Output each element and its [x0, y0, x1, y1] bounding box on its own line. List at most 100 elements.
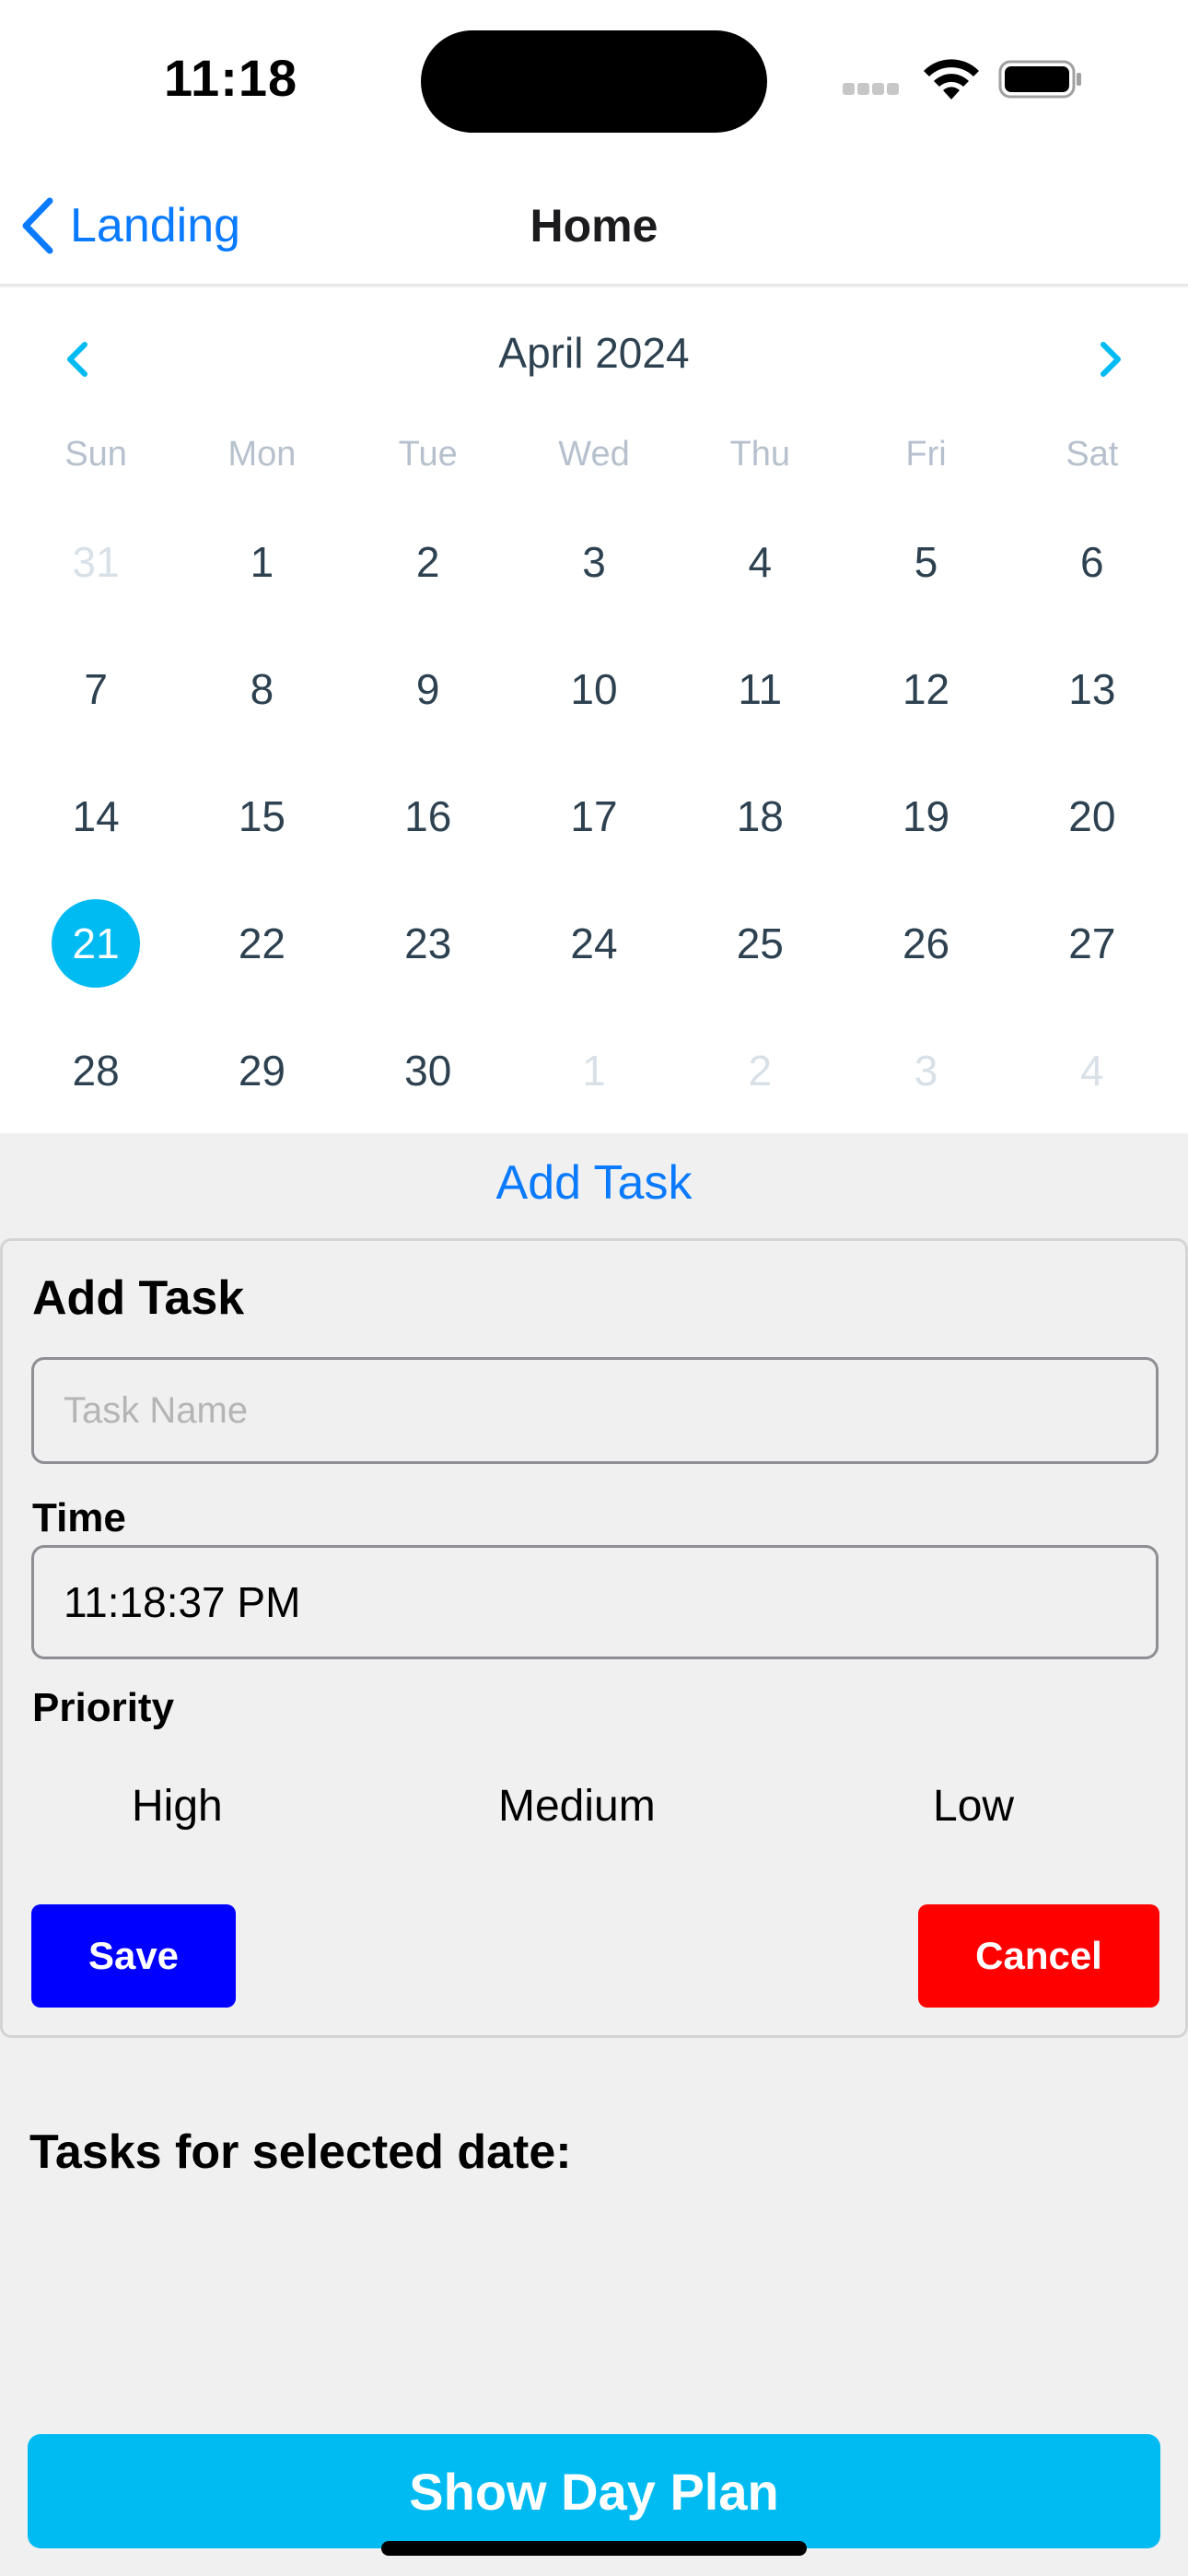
weekday-label: Thu — [729, 435, 791, 474]
calendar-day-number: 24 — [570, 919, 618, 967]
weekday-header-row: Sun Mon Tue Wed Thu Fri Sat — [13, 435, 1175, 474]
calendar-day[interactable]: 26 — [843, 899, 1008, 1026]
calendar-day[interactable]: 8 — [179, 645, 344, 772]
calendar-day-number: 13 — [1068, 665, 1116, 713]
calendar-day-number: 2 — [748, 1047, 773, 1095]
calendar-day-number: 8 — [250, 665, 274, 713]
add-task-form: Add Task Time 11:18:37 PM Priority High … — [0, 1238, 1188, 2038]
calendar-day[interactable]: 17 — [511, 772, 677, 899]
time-field[interactable]: 11:18:37 PM — [31, 1545, 1159, 1659]
calendar-month-label: April 2024 — [498, 329, 690, 377]
calendar-day[interactable]: 2 — [345, 518, 511, 645]
calendar-day-number: 22 — [238, 919, 285, 967]
priority-label: Priority — [32, 1685, 175, 1730]
time-label: Time — [32, 1495, 126, 1540]
page-title: Home — [530, 200, 658, 252]
calendar-day[interactable]: 30 — [345, 1026, 511, 1153]
calendar-day[interactable]: 4 — [677, 518, 843, 645]
calendar-day-number: 10 — [570, 665, 618, 713]
cellular-signal-icon — [843, 83, 905, 98]
calendar-day[interactable]: 1 — [511, 1026, 677, 1153]
priority-option-medium[interactable]: Medium — [498, 1781, 656, 1832]
calendar-day[interactable]: 16 — [345, 772, 511, 899]
calendar-day-number: 28 — [72, 1047, 120, 1095]
status-bar: 11:18 — [0, 0, 1188, 166]
calendar-day[interactable]: 18 — [677, 772, 843, 899]
weekday-label: Wed — [558, 435, 630, 474]
calendar-day-number: 31 — [72, 538, 120, 586]
calendar-day[interactable]: 10 — [511, 645, 677, 772]
calendar-day[interactable]: 27 — [1009, 899, 1175, 1026]
calendar-day[interactable]: 22 — [179, 899, 344, 1026]
calendar-day-number: 17 — [570, 792, 618, 840]
calendar-day[interactable]: 19 — [843, 772, 1008, 899]
calendar-day[interactable]: 12 — [843, 645, 1008, 772]
calendar-day[interactable]: 9 — [345, 645, 511, 772]
calendar-day-number: 7 — [84, 665, 108, 713]
wifi-icon — [924, 59, 979, 100]
calendar-day[interactable]: 7 — [13, 645, 179, 772]
calendar-day[interactable]: 11 — [677, 645, 843, 772]
weekday-label: Fri — [905, 435, 947, 474]
calendar-day-number: 5 — [914, 538, 938, 586]
calendar-day-number: 11 — [738, 665, 783, 713]
calendar-day-number: 26 — [902, 919, 950, 967]
calendar-day-number: 14 — [72, 792, 120, 840]
calendar-day-number: 27 — [1068, 919, 1116, 967]
weekday-label: Sun — [64, 435, 127, 474]
calendar-day[interactable]: 29 — [179, 1026, 344, 1153]
calendar-day-number: 16 — [404, 792, 452, 840]
calendar-day-number: 3 — [582, 538, 606, 586]
calendar-days-grid: 31 1 2 3 4 5 6 7 8 9 10 11 12 13 14 15 16 17 18 19 20 21 22 23 2… — [13, 518, 1175, 1153]
calendar-day[interactable]: 6 — [1009, 518, 1175, 645]
calendar-day[interactable]: 23 — [345, 899, 511, 1026]
calendar-day-number: 9 — [415, 665, 440, 713]
calendar-day-number: 30 — [404, 1047, 452, 1095]
calendar-day[interactable]: 3 — [843, 1026, 1008, 1153]
show-day-plan-button[interactable]: Show Day Plan — [28, 2434, 1160, 2548]
battery-icon — [998, 60, 1081, 99]
calendar-day[interactable]: 4 — [1009, 1026, 1175, 1153]
tasks-heading: Tasks for selected date: — [29, 2125, 572, 2179]
calendar-day[interactable]: 31 — [13, 518, 179, 645]
calendar-day[interactable]: 14 — [13, 772, 179, 899]
calendar-day[interactable]: 24 — [511, 899, 677, 1026]
calendar-day[interactable]: 15 — [179, 772, 344, 899]
next-month-icon[interactable] — [1081, 332, 1136, 387]
calendar: April 2024 Sun Mon Tue Wed Thu Fri Sat 31 1 2 3 4 5… — [0, 287, 1188, 1133]
navigation-bar: Landing Home — [0, 166, 1188, 286]
calendar-day-number: 18 — [736, 792, 784, 840]
dynamic-island — [421, 30, 767, 133]
calendar-day[interactable]: 28 — [13, 1026, 179, 1153]
calendar-day-number: 15 — [238, 792, 285, 840]
priority-option-high[interactable]: High — [132, 1781, 223, 1832]
calendar-day-number: 29 — [238, 1047, 285, 1095]
calendar-day-number: 4 — [1080, 1047, 1104, 1095]
calendar-day-selected[interactable]: 21 — [13, 899, 179, 1026]
calendar-day-number: 2 — [415, 538, 440, 586]
calendar-day[interactable]: 1 — [179, 518, 344, 645]
weekday-label: Tue — [398, 435, 458, 474]
calendar-day-number: 20 — [1068, 792, 1116, 840]
calendar-day[interactable]: 5 — [843, 518, 1008, 645]
calendar-day-number: 12 — [902, 665, 950, 713]
weekday-label: Mon — [227, 435, 297, 474]
cancel-button[interactable]: Cancel — [918, 1904, 1159, 2008]
calendar-day-number: 1 — [582, 1047, 606, 1095]
calendar-day-number: 21 — [52, 899, 141, 988]
calendar-day-number: 6 — [1080, 538, 1104, 586]
save-button[interactable]: Save — [31, 1904, 236, 2008]
task-name-input[interactable] — [31, 1357, 1159, 1464]
weekday-label: Sat — [1066, 435, 1119, 474]
calendar-day[interactable]: 2 — [677, 1026, 843, 1153]
calendar-day-number: 4 — [748, 538, 773, 586]
calendar-day[interactable]: 20 — [1009, 772, 1175, 899]
calendar-day[interactable]: 13 — [1009, 645, 1175, 772]
priority-option-low[interactable]: Low — [933, 1781, 1014, 1832]
calendar-day-number: 1 — [250, 538, 274, 586]
add-task-link[interactable]: Add Task — [0, 1155, 1188, 1211]
calendar-day[interactable]: 25 — [677, 899, 843, 1026]
status-time: 11:18 — [164, 49, 298, 107]
calendar-day[interactable]: 3 — [511, 518, 677, 645]
calendar-day-number: 3 — [914, 1047, 938, 1095]
